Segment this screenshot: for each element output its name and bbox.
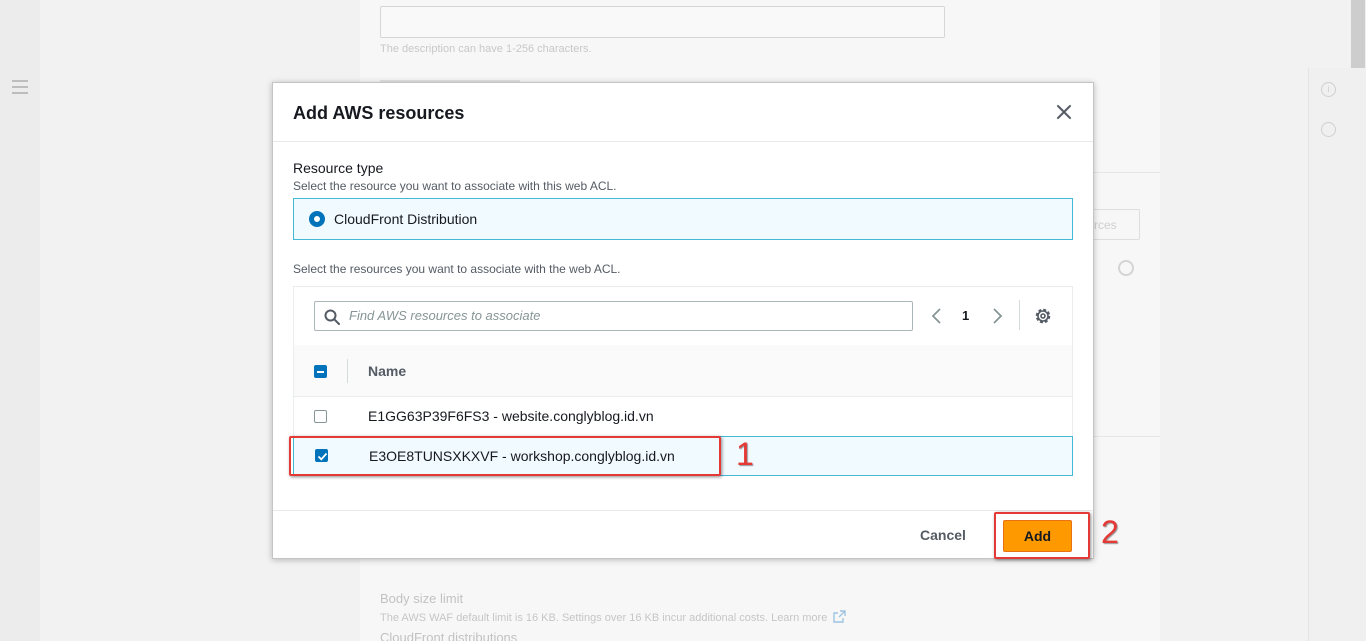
annotation-highlight-step-1 (289, 436, 721, 476)
page-scrollbar[interactable] (1350, 0, 1366, 641)
annotation-highlight-step-2 (994, 512, 1090, 559)
pager-divider (1019, 300, 1020, 330)
modal-header: Add AWS resources (273, 83, 1093, 142)
close-icon[interactable] (1054, 102, 1074, 122)
resource-name-cell: E1GG63P39F6FS3 - website.conglyblog.id.v… (368, 408, 654, 424)
resource-type-label: Resource type (293, 160, 384, 176)
search-input[interactable] (349, 308, 899, 323)
background-body-size-hint: The AWS WAF default limit is 16 KB. Sett… (380, 610, 847, 624)
background-description-input (380, 6, 945, 38)
table-header: Name (294, 345, 1072, 397)
background-gear-icon (1118, 260, 1134, 276)
search-box[interactable] (314, 301, 913, 331)
resource-type-option-cloudfront[interactable]: CloudFront Distribution (293, 198, 1073, 240)
column-header-name[interactable]: Name (368, 363, 406, 379)
external-link-icon (833, 610, 847, 623)
background-left-nav (0, 0, 40, 641)
add-aws-resources-modal: Add AWS resources Resource type Select t… (272, 82, 1094, 559)
background-description-hint: The description can have 1-256 character… (380, 43, 592, 55)
table-row[interactable]: E1GG63P39F6FS3 - website.conglyblog.id.v… (294, 397, 1072, 437)
row-checkbox[interactable] (314, 410, 327, 423)
background-body-size-hint-text: The AWS WAF default limit is 16 KB. Sett… (380, 612, 828, 624)
info-icon: i (1321, 82, 1336, 97)
modal-footer: Cancel Add (273, 510, 1093, 558)
hamburger-menu-icon (12, 80, 28, 94)
feedback-icon (1321, 122, 1336, 137)
radio-selected[interactable] (309, 211, 325, 227)
page-scrollbar-thumb[interactable] (1351, 0, 1365, 68)
background-cloudfront-heading: CloudFront distributions (380, 630, 518, 641)
resource-type-description: Select the resource you want to associat… (293, 179, 617, 193)
chevron-right-icon[interactable] (990, 306, 1004, 326)
select-resources-description: Select the resources you want to associa… (293, 262, 621, 276)
header-divider (347, 359, 348, 383)
search-icon (324, 309, 340, 325)
annotation-step-2-label: 2 (1101, 514, 1119, 550)
annotation-step-1-label: 1 (736, 436, 754, 472)
modal-title: Add AWS resources (293, 103, 465, 123)
gear-icon[interactable] (1034, 307, 1052, 325)
chevron-left-icon[interactable] (930, 306, 944, 326)
background-body-size-title: Body size limit (380, 591, 464, 606)
select-all-checkbox[interactable] (314, 365, 327, 378)
background-right-rail (1308, 68, 1350, 641)
cancel-button[interactable]: Cancel (920, 527, 966, 543)
current-page-number[interactable]: 1 (962, 308, 969, 323)
resource-type-option-label: CloudFront Distribution (334, 211, 478, 227)
